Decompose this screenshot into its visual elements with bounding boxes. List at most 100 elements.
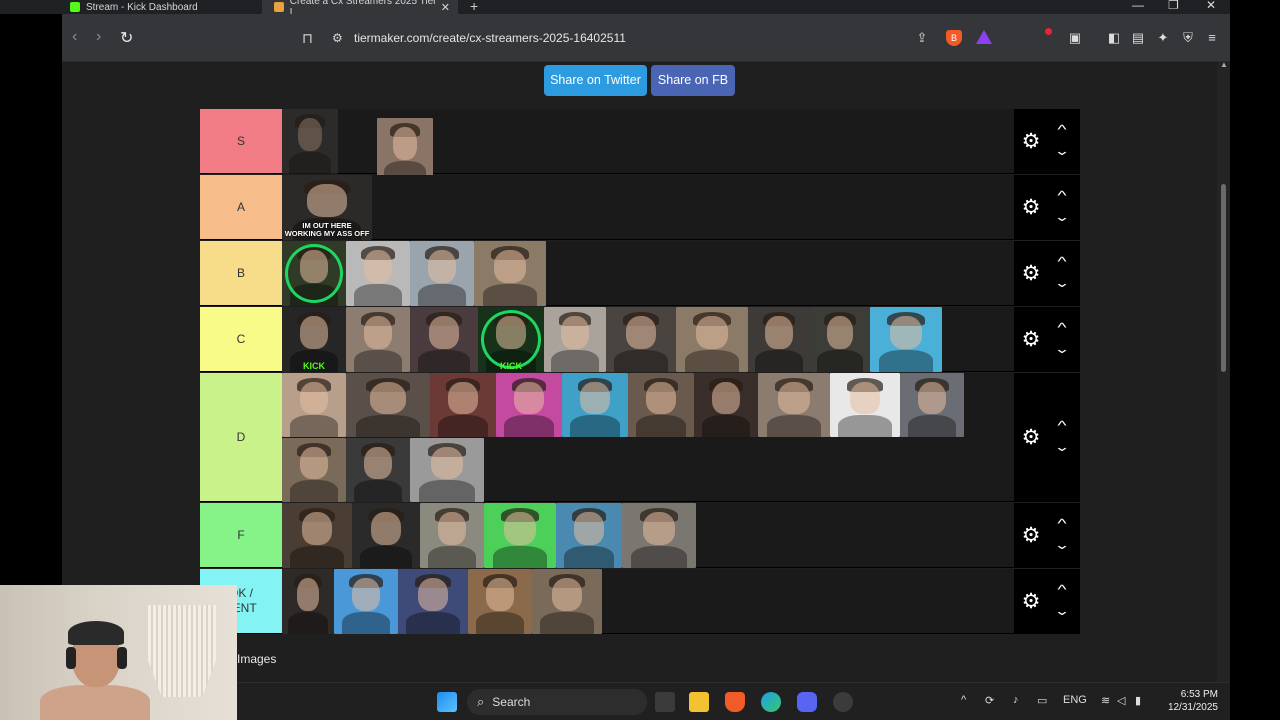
move-tier-down-chevron-icon[interactable]: ⌄	[1047, 439, 1077, 454]
move-tier-up-chevron-icon[interactable]: ^	[1047, 320, 1077, 335]
wallet-icon[interactable]: ▤	[1130, 30, 1146, 46]
streamer-image[interactable]	[410, 438, 484, 502]
streamer-image[interactable]	[282, 109, 338, 174]
streamer-image[interactable]	[352, 503, 420, 568]
url-text[interactable]: tiermaker.com/create/cx-streamers-2025-1…	[354, 31, 626, 45]
tier-settings-gear-icon[interactable]: ⚙	[1020, 328, 1042, 351]
app-icon[interactable]	[833, 692, 853, 712]
sync-icon[interactable]: ⟳	[985, 694, 994, 707]
streamer-image[interactable]	[748, 307, 810, 372]
microphone-icon[interactable]: ♪	[1013, 694, 1019, 706]
tier-settings-gear-icon[interactable]: ⚙	[1020, 590, 1042, 613]
brave-rewards-icon[interactable]	[976, 30, 992, 46]
share-on-twitter-button[interactable]: Share on Twitter	[544, 65, 647, 96]
tier-settings-gear-icon[interactable]: ⚙	[1020, 262, 1042, 285]
file-explorer-icon[interactable]	[689, 692, 709, 712]
new-tab-button[interactable]: +	[470, 0, 478, 14]
streamer-image[interactable]	[282, 373, 346, 437]
tier-label[interactable]: F	[200, 503, 282, 567]
vpn-icon[interactable]: ⛨	[1180, 30, 1196, 46]
streamer-image[interactable]	[468, 569, 532, 634]
display-icon[interactable]: ▭	[1037, 694, 1047, 707]
task-view-icon[interactable]	[655, 692, 675, 712]
streamer-image[interactable]	[628, 373, 694, 437]
tier-settings-gear-icon[interactable]: ⚙	[1020, 130, 1042, 153]
tier-settings-gear-icon[interactable]: ⚙	[1020, 426, 1042, 449]
close-window-button[interactable]: ✕	[1206, 0, 1216, 12]
tray-overflow-icon[interactable]: ^	[961, 694, 966, 706]
scrollbar[interactable]: ▲	[1217, 62, 1230, 682]
tab-tiermaker[interactable]: Create a Cx Streamers 2025 Tier L ✕	[262, 0, 458, 18]
streamer-image[interactable]	[334, 569, 398, 634]
sidebar-icon[interactable]: ◧	[1106, 30, 1122, 46]
streamer-image[interactable]	[484, 503, 556, 568]
streamer-image[interactable]: KICK	[282, 307, 346, 372]
move-tier-down-chevron-icon[interactable]: ⌄	[1047, 143, 1077, 158]
move-tier-up-chevron-icon[interactable]: ^	[1047, 516, 1077, 531]
streamer-image[interactable]	[562, 373, 628, 437]
streamer-image[interactable]	[282, 569, 334, 634]
streamer-image[interactable]	[346, 241, 410, 306]
move-tier-down-chevron-icon[interactable]: ⌄	[1047, 209, 1077, 224]
streamer-image[interactable]	[410, 307, 478, 372]
streamer-image[interactable]	[346, 438, 410, 502]
discord-icon[interactable]	[797, 692, 817, 712]
streamer-image[interactable]	[900, 373, 964, 437]
streamer-image[interactable]: KICK	[478, 307, 544, 372]
tier-label[interactable]: A	[200, 175, 282, 239]
wifi-icon[interactable]: ≋	[1101, 694, 1110, 707]
move-tier-up-chevron-icon[interactable]: ^	[1047, 582, 1077, 597]
scrollbar-thumb[interactable]	[1221, 184, 1226, 372]
reload-button[interactable]: ↻	[120, 28, 133, 48]
tab-kick-dashboard[interactable]: Stream - Kick Dashboard	[70, 0, 260, 14]
streamer-image[interactable]: IM OUT HERE WORKING MY ASS OFF	[282, 175, 372, 240]
streamer-image[interactable]	[870, 307, 942, 372]
streamer-image[interactable]	[532, 569, 602, 634]
restore-button[interactable]: ❐	[1168, 0, 1179, 12]
move-tier-up-chevron-icon[interactable]: ^	[1047, 122, 1077, 137]
edge-icon[interactable]	[761, 692, 781, 712]
streamer-image[interactable]	[676, 307, 748, 372]
streamer-image[interactable]	[398, 569, 468, 634]
tier-label[interactable]: C	[200, 307, 282, 371]
tier-settings-gear-icon[interactable]: ⚙	[1020, 196, 1042, 219]
move-tier-down-chevron-icon[interactable]: ⌄	[1047, 603, 1077, 618]
close-tab-icon[interactable]: ✕	[441, 1, 450, 14]
streamer-image[interactable]	[830, 373, 900, 437]
streamer-image[interactable]	[430, 373, 496, 437]
streamer-image[interactable]	[420, 503, 484, 568]
tier-settings-gear-icon[interactable]: ⚙	[1020, 524, 1042, 547]
scroll-up-icon[interactable]: ▲	[1220, 62, 1228, 69]
share-on-fb-button[interactable]: Share on FB	[651, 65, 735, 96]
streamer-image[interactable]	[606, 307, 676, 372]
battery-icon[interactable]: ▮	[1135, 694, 1141, 707]
streamer-image[interactable]	[282, 438, 346, 502]
move-tier-down-chevron-icon[interactable]: ⌄	[1047, 341, 1077, 356]
move-tier-up-chevron-icon[interactable]: ^	[1047, 188, 1077, 203]
move-tier-up-chevron-icon[interactable]: ^	[1047, 418, 1077, 433]
streamer-image[interactable]	[410, 241, 474, 306]
streamer-image[interactable]	[377, 118, 433, 183]
site-info-icon[interactable]: ⚙	[332, 31, 354, 45]
taskbar-search[interactable]: ⌕ Search	[467, 689, 647, 715]
tab-search-icon[interactable]: ▣	[1067, 30, 1083, 46]
windows-start-icon[interactable]	[437, 692, 457, 712]
tier-label[interactable]: S	[200, 109, 282, 173]
menu-icon[interactable]: ≡	[1204, 30, 1220, 46]
move-tier-down-chevron-icon[interactable]: ⌄	[1047, 275, 1077, 290]
streamer-image[interactable]	[758, 373, 830, 437]
streamer-image[interactable]	[694, 373, 758, 437]
leo-ai-icon[interactable]: ✦	[1155, 30, 1171, 46]
language-indicator[interactable]: ENG	[1063, 694, 1087, 706]
minimize-button[interactable]: —	[1132, 0, 1144, 12]
streamer-image[interactable]	[346, 307, 410, 372]
move-tier-up-chevron-icon[interactable]: ^	[1047, 254, 1077, 269]
brave-browser-icon[interactable]	[725, 692, 745, 712]
tier-label[interactable]: D	[200, 373, 282, 501]
brave-shields-icon[interactable]: B	[946, 30, 962, 46]
streamer-image[interactable]	[810, 307, 870, 372]
back-button[interactable]: ‹	[72, 28, 77, 46]
streamer-image[interactable]	[622, 503, 696, 568]
streamer-image[interactable]	[282, 503, 352, 568]
forward-button[interactable]: ›	[96, 28, 101, 46]
